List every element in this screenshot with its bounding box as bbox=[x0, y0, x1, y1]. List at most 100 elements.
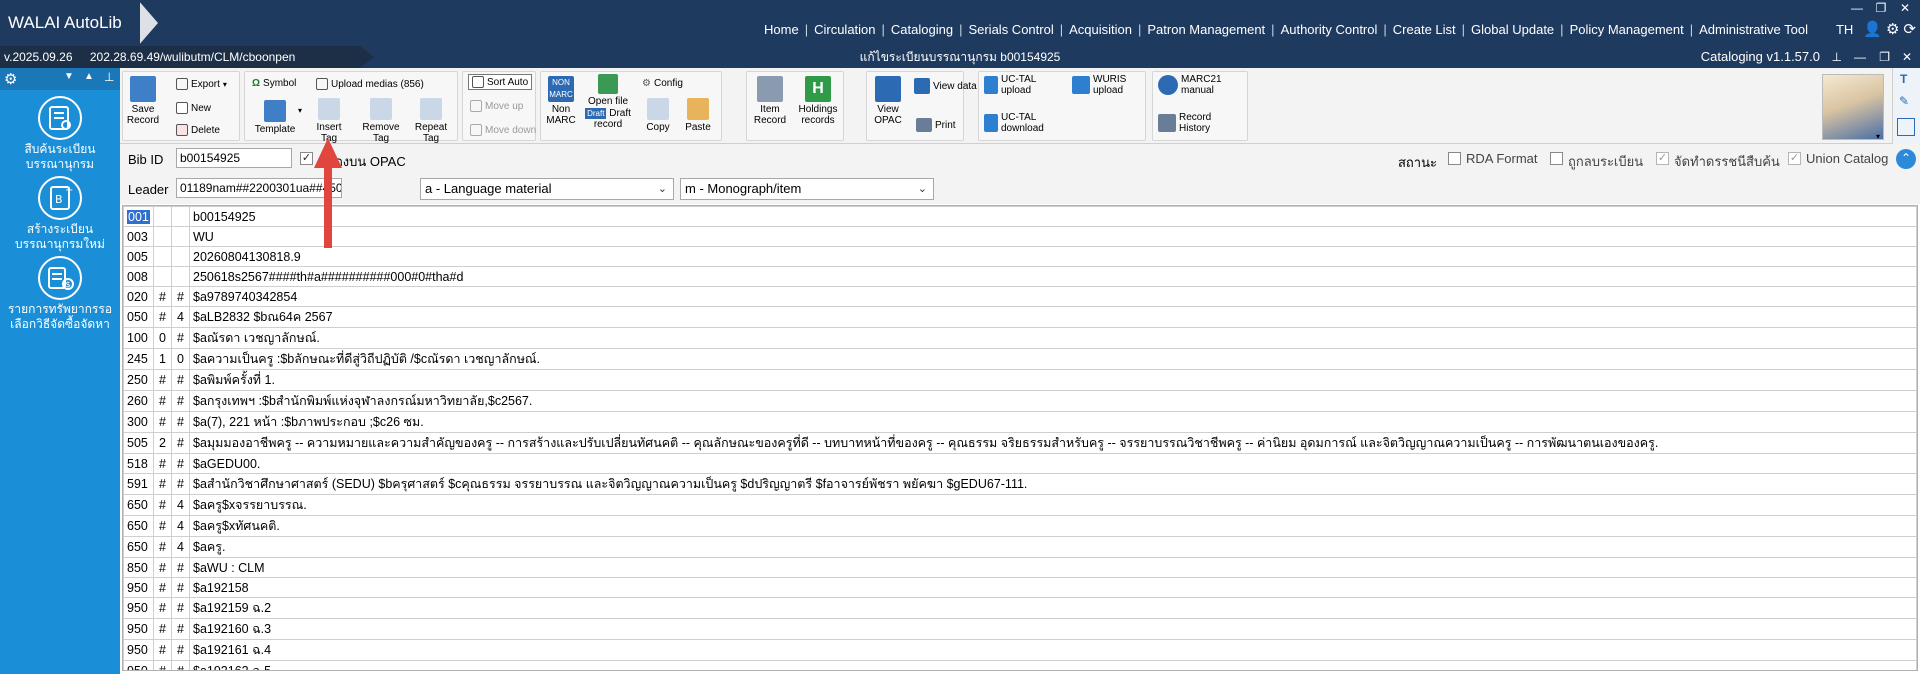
index-checkbox[interactable]: ✓ bbox=[1656, 152, 1669, 165]
refresh-icon[interactable]: ⟳ bbox=[1903, 20, 1916, 38]
indicator-1-cell[interactable]: # bbox=[153, 597, 172, 619]
uctal-download-button[interactable]: UC-TAL download bbox=[984, 112, 1051, 134]
marc-tag-cell[interactable]: 518 bbox=[123, 453, 154, 474]
marc-data-cell[interactable]: $aครู. bbox=[189, 536, 1917, 558]
marc-data-cell[interactable]: $aความเป็นครู :$bลักษณะที่ดีสู่วิถีปฏิบั… bbox=[189, 348, 1917, 370]
marc-tag-cell[interactable]: 020 bbox=[123, 286, 154, 307]
table-row[interactable]: 505 2 # $aมุมมองอาชีพครู -- ความหมายและความ… bbox=[123, 432, 1917, 454]
marc-tag-cell[interactable]: 250 bbox=[123, 369, 154, 391]
upload-medias-button[interactable]: Upload medias (856) bbox=[316, 78, 424, 90]
table-row[interactable]: 005 20260804130818.9 bbox=[123, 246, 1917, 267]
copy-button[interactable]: Copy bbox=[640, 98, 676, 133]
nav-cataloging[interactable]: Cataloging bbox=[885, 22, 959, 37]
move-down-button[interactable]: Move down bbox=[470, 124, 536, 136]
marc-tag-cell[interactable]: 245 bbox=[123, 348, 154, 370]
marc-tag-cell[interactable]: 950 bbox=[123, 597, 154, 619]
nav-acquisition[interactable]: Acquisition bbox=[1063, 22, 1138, 37]
table-row[interactable]: 245 1 0 $aความเป็นครู :$bลักษณะที่ดีสู่วิถี… bbox=[123, 348, 1917, 370]
marc-data-cell[interactable]: $aณัรดา เวชญาลักษณ์. bbox=[189, 327, 1917, 349]
open-file-button[interactable]: Open file bbox=[584, 74, 632, 107]
table-row[interactable]: 050 #4 $aLB2832 $bณ64ค 2567 bbox=[123, 306, 1917, 328]
chevron-down-icon[interactable]: ▾ bbox=[1876, 132, 1880, 141]
indicator-2-cell[interactable] bbox=[171, 206, 190, 227]
marc-data-cell[interactable]: $aWU : CLM bbox=[189, 557, 1917, 578]
indicator-1-cell[interactable]: # bbox=[153, 557, 172, 578]
indicator-1-cell[interactable]: # bbox=[153, 453, 172, 474]
bib-id-field[interactable]: b00154925 bbox=[176, 148, 292, 168]
indicator-2-cell[interactable]: # bbox=[171, 557, 190, 578]
indicator-1-cell[interactable]: # bbox=[153, 390, 172, 412]
save-record-button[interactable]: Save Record bbox=[126, 76, 160, 126]
item-record-button[interactable]: Item Record bbox=[748, 76, 792, 126]
restore-icon[interactable]: ❐ bbox=[1870, 2, 1892, 16]
indicator-1-cell[interactable]: # bbox=[153, 494, 172, 516]
marc-data-cell[interactable]: $a192160 ฉ.3 bbox=[189, 618, 1917, 640]
marc-data-cell[interactable]: $aLB2832 $bณ64ค 2567 bbox=[189, 306, 1917, 328]
record-history-button[interactable]: Record History bbox=[1158, 112, 1223, 134]
marc-data-cell[interactable]: $a192161 ฉ.4 bbox=[189, 639, 1917, 661]
wuris-upload-button[interactable]: WURIS upload bbox=[1072, 74, 1133, 96]
marc-data-cell[interactable]: $aครู$xทัศนคติ. bbox=[189, 515, 1917, 537]
chevron-down-icon[interactable]: ▾ bbox=[298, 106, 302, 115]
table-row[interactable]: 100 0 # $aณัรดา เวชญาลักษณ์. bbox=[123, 327, 1917, 349]
table-row[interactable]: 950 # # $a192162 ฉ.5 bbox=[123, 660, 1917, 670]
marc-tag-cell[interactable]: 003 bbox=[123, 226, 154, 247]
marc-data-cell[interactable]: $aครู$xจรรยาบรรณ. bbox=[189, 494, 1917, 516]
indicator-2-cell[interactable]: # bbox=[171, 390, 190, 412]
user-icon[interactable]: 👤 bbox=[1863, 20, 1882, 38]
indicator-1-cell[interactable] bbox=[153, 266, 172, 287]
nav-circulation[interactable]: Circulation bbox=[808, 22, 881, 37]
bib-level-select[interactable]: m - Monograph/item ⌄ bbox=[680, 178, 934, 200]
indicator-1-cell[interactable]: 2 bbox=[153, 432, 172, 454]
chevron-down-icon[interactable]: ▾ bbox=[223, 80, 227, 89]
marc21-manual-button[interactable]: MARC21 manual bbox=[1158, 74, 1225, 96]
indicator-2-cell[interactable] bbox=[171, 246, 190, 267]
table-row[interactable]: 650 #4 $aครู. bbox=[123, 536, 1917, 558]
grid-tool-icon[interactable] bbox=[1897, 118, 1915, 136]
view-opac-button[interactable]: View OPAC bbox=[868, 76, 908, 126]
indicator-1-cell[interactable] bbox=[153, 246, 172, 267]
indicator-1-cell[interactable]: # bbox=[153, 306, 172, 328]
indicator-2-cell[interactable]: 4 bbox=[171, 306, 190, 328]
nav-create-list[interactable]: Create List bbox=[1387, 22, 1462, 37]
marc-data-cell[interactable]: $aGEDU00. bbox=[189, 453, 1917, 474]
table-row[interactable]: 591 # # $aสำนักวิชาศึกษาศาสตร์ (SEDU) $bครุ… bbox=[123, 473, 1917, 495]
move-up-button[interactable]: Move up bbox=[470, 100, 523, 112]
table-row[interactable]: 020 # # $a9789740342854 bbox=[123, 286, 1917, 307]
marc-tag-cell[interactable]: 008 bbox=[123, 266, 154, 287]
marc-tag-cell[interactable]: 260 bbox=[123, 390, 154, 412]
marc-tag-cell[interactable]: 650 bbox=[123, 536, 154, 558]
close-icon[interactable]: ✕ bbox=[1894, 2, 1916, 16]
indicator-1-cell[interactable]: # bbox=[153, 660, 172, 670]
union-catalog-checkbox[interactable]: ✓ bbox=[1788, 152, 1801, 165]
chevron-up-icon[interactable]: ▲ bbox=[84, 71, 94, 82]
marc-tag-cell[interactable]: 950 bbox=[123, 618, 154, 640]
marc-data-cell[interactable]: $aกรุงเทพฯ :$bสำนักพิมพ์แห่งจุฬาลงกรณ์มห… bbox=[189, 390, 1917, 412]
show-opac-checkbox[interactable]: ✓ bbox=[300, 152, 313, 165]
marc-data-cell[interactable]: 250618s2567####th#a##########000#0#tha#d bbox=[189, 266, 1917, 287]
sidebar-item-search-record[interactable]: สืบค้นระเบียนบรรณานุกรม bbox=[0, 96, 120, 172]
uctal-upload-button[interactable]: UC-TAL upload bbox=[984, 74, 1043, 96]
sidebar-item-new-record[interactable]: B + สร้างระเบียนบรรณานุกรมใหม่ bbox=[0, 176, 120, 252]
nav-global-update[interactable]: Global Update bbox=[1465, 22, 1560, 37]
indicator-1-cell[interactable]: # bbox=[153, 515, 172, 537]
language-toggle[interactable]: TH bbox=[1836, 22, 1853, 37]
gear-icon[interactable]: ⚙ bbox=[1886, 20, 1899, 38]
indicator-2-cell[interactable]: # bbox=[171, 618, 190, 640]
minimize-icon[interactable]: — bbox=[1846, 2, 1868, 16]
indicator-2-cell[interactable]: # bbox=[171, 432, 190, 454]
nav-administrative-tool[interactable]: Administrative Tool bbox=[1693, 22, 1814, 37]
chevron-down-icon[interactable]: ▼ bbox=[64, 71, 74, 82]
indicator-2-cell[interactable]: # bbox=[171, 369, 190, 391]
marc-tag-cell[interactable]: 300 bbox=[123, 411, 154, 433]
indicator-1-cell[interactable]: 0 bbox=[153, 327, 172, 349]
nav-policy-management[interactable]: Policy Management bbox=[1564, 22, 1690, 37]
restore-icon[interactable]: ❐ bbox=[1879, 50, 1890, 64]
indicator-2-cell[interactable] bbox=[171, 226, 190, 247]
table-row[interactable]: 950 # # $a192160 ฉ.3 bbox=[123, 618, 1917, 640]
collapse-icon[interactable]: ⌃ bbox=[1896, 149, 1916, 169]
table-row[interactable]: 950 # # $a192161 ฉ.4 bbox=[123, 639, 1917, 661]
indicator-1-cell[interactable]: # bbox=[153, 369, 172, 391]
indicator-1-cell[interactable] bbox=[153, 226, 172, 247]
nav-serials-control[interactable]: Serials Control bbox=[962, 22, 1059, 37]
